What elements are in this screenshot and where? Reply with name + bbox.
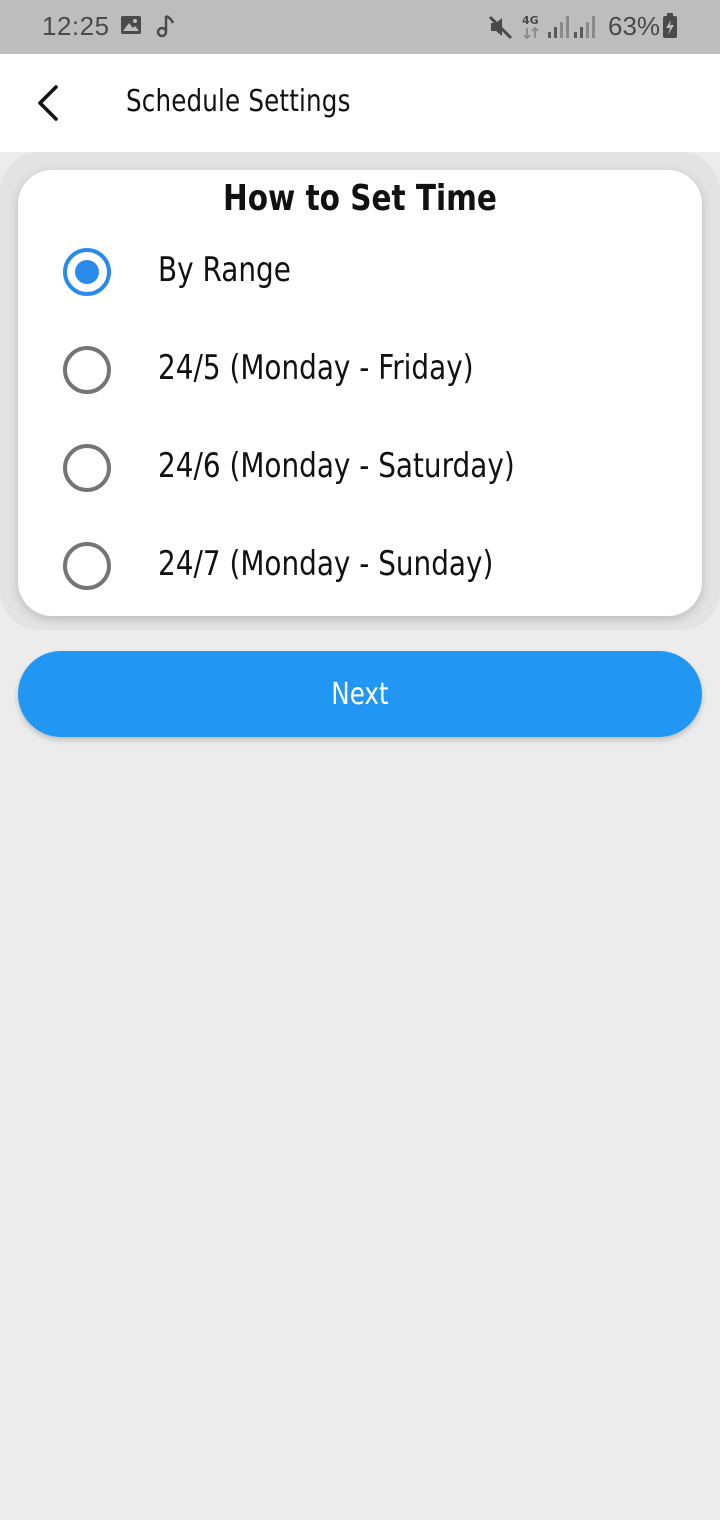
option-24-6[interactable]: 24/6 (Monday - Saturday): [18, 422, 702, 512]
time-setting-card: How to Set Time By Range 24/5 (Monday - …: [18, 170, 702, 616]
signal-icon: [572, 14, 596, 45]
radio-button[interactable]: [63, 542, 111, 590]
status-time: 12:25: [42, 11, 110, 41]
app-bar: Schedule Settings: [0, 54, 720, 152]
network-label: 4G: [522, 14, 539, 27]
status-bar: 12:25 4G 63%: [0, 0, 720, 54]
signal-icon: [546, 14, 570, 45]
radio-button[interactable]: [63, 248, 111, 296]
option-24-7[interactable]: 24/7 (Monday - Sunday): [18, 520, 702, 610]
network-4g-icon: 4G: [520, 12, 544, 45]
mute-icon: [488, 14, 514, 45]
option-by-range[interactable]: By Range: [18, 226, 702, 316]
page-title: Schedule Settings: [126, 84, 351, 119]
option-label: By Range: [158, 250, 291, 290]
battery-charging-icon: [662, 13, 678, 44]
card-title: How to Set Time: [223, 178, 497, 219]
option-label: 24/6 (Monday - Saturday): [158, 446, 515, 486]
battery-percent: 63%: [608, 11, 661, 41]
image-icon: [120, 14, 142, 41]
chevron-left-icon: [38, 85, 58, 121]
music-note-icon: [156, 14, 176, 43]
option-label: 24/7 (Monday - Sunday): [158, 544, 494, 584]
option-24-5[interactable]: 24/5 (Monday - Friday): [18, 324, 702, 414]
back-button[interactable]: [22, 76, 76, 130]
next-button[interactable]: Next: [18, 651, 702, 737]
option-label: 24/5 (Monday - Friday): [158, 348, 474, 388]
radio-button[interactable]: [63, 444, 111, 492]
radio-button[interactable]: [63, 346, 111, 394]
next-button-label: Next: [331, 676, 389, 712]
